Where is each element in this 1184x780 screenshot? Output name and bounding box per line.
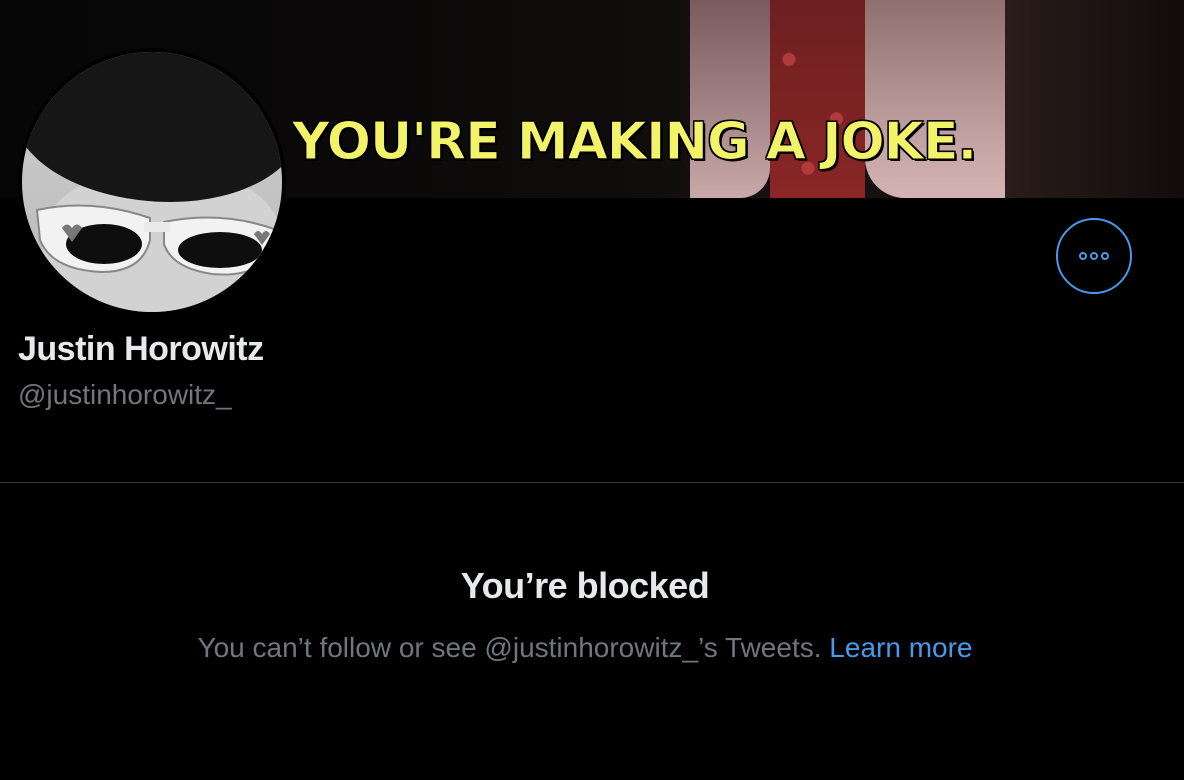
- profile-display-name: Justin Horowitz: [18, 330, 264, 368]
- blocked-description: You can’t follow or see @justinhorowitz_…: [197, 632, 822, 663]
- profile-page: YOU'RE MAKING A JOKE. Justin Horowitz @j…: [0, 0, 1184, 780]
- more-horizontal-icon: [1079, 252, 1109, 260]
- profile-handle: @justinhorowitz_: [18, 379, 232, 410]
- banner-subtitle-text: YOU'RE MAKING A JOKE.: [291, 112, 977, 173]
- banner-background: [1005, 0, 1184, 198]
- learn-more-link[interactable]: Learn more: [829, 632, 972, 663]
- blocked-title: You’re blocked: [460, 565, 710, 606]
- avatar-hair: [22, 52, 282, 202]
- blocked-description-line: You can’t follow or see @justinhorowitz_…: [0, 632, 1170, 664]
- divider: [0, 482, 1184, 483]
- avatar[interactable]: [18, 48, 286, 316]
- more-options-button[interactable]: [1056, 218, 1132, 294]
- sunglasses-icon: [35, 204, 279, 276]
